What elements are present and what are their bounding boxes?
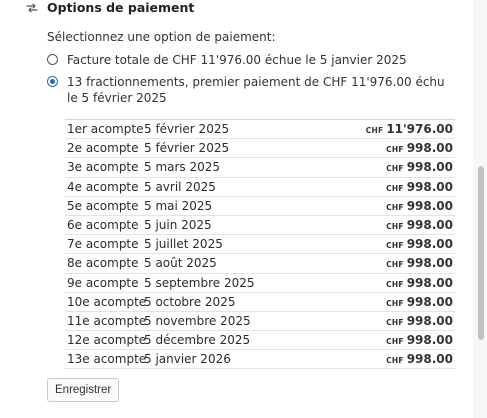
currency-code: CHF <box>386 260 404 270</box>
installment-amount: 998.00 <box>406 141 453 156</box>
installment-date: 5 juin 2025 <box>144 217 212 232</box>
table-row: 5e acompte 5 mai 2025 CHF 998.00 <box>65 197 455 216</box>
table-row: 8e acompte 5 août 2025 CHF 998.00 <box>65 254 455 274</box>
table-row: 4e acompte 5 avril 2025 CHF 998.00 <box>65 178 455 197</box>
currency-code: CHF <box>386 356 404 366</box>
installment-date: 5 mai 2025 <box>144 198 213 213</box>
scrollbar-thumb[interactable] <box>478 166 484 340</box>
installment-date: 5 février 2025 <box>144 122 230 136</box>
installment-amount-cell: CHF 998.00 <box>386 254 453 274</box>
installment-amount: 998.00 <box>406 198 453 213</box>
installment-name: 11e acompte <box>67 313 147 328</box>
table-row: 10e acompte 5 octobre 2025 CHF 998.00 <box>65 293 455 312</box>
installment-amount: 998.00 <box>406 294 453 309</box>
installment-schedule-table: 1er acompte 5 février 2025 CHF 11'976.00 2e … <box>65 119 455 370</box>
installment-amount-cell: CHF 998.00 <box>386 312 453 332</box>
currency-code: CHF <box>386 337 404 347</box>
installment-amount-cell: CHF 998.00 <box>386 158 453 178</box>
installment-name: 5e acompte <box>67 198 139 213</box>
currency-code: CHF <box>386 202 404 212</box>
installment-name: 1er acompte <box>67 122 144 136</box>
table-row: 6e acompte 5 juin 2025 CHF 998.00 <box>65 216 455 236</box>
table-row: 7e acompte 5 juillet 2025 CHF 998.00 <box>65 235 455 255</box>
installment-name: 13e acompte <box>67 352 147 367</box>
table-row: 11e acompte 5 novembre 2025 CHF 998.00 <box>65 312 455 332</box>
refresh-arrows-icon <box>24 0 40 14</box>
installment-date: 5 janvier 2026 <box>144 352 231 367</box>
installment-amount-cell: CHF 998.00 <box>386 274 453 294</box>
installment-name: 6e acompte <box>67 217 139 232</box>
installment-name: 12e acompte <box>67 333 147 348</box>
table-row: 1er acompte 5 février 2025 CHF 11'976.00 <box>65 120 455 140</box>
installment-date: 5 octobre 2025 <box>144 294 236 309</box>
installment-name: 9e acompte <box>67 275 139 290</box>
table-row: 3e acompte 5 mars 2025 CHF 998.00 <box>65 158 455 178</box>
save-button[interactable]: Enregistrer <box>47 378 120 402</box>
installment-amount: 998.00 <box>406 313 453 328</box>
currency-code: CHF <box>386 279 404 289</box>
installment-date: 5 novembre 2025 <box>144 313 251 328</box>
installment-amount-cell: CHF 998.00 <box>386 197 453 217</box>
radio-installments[interactable] <box>47 76 58 87</box>
currency-code: CHF <box>386 317 404 327</box>
section-title: Options de paiement <box>47 0 195 15</box>
scrollbar-track[interactable] <box>473 0 487 418</box>
currency-code: CHF <box>386 298 404 308</box>
installment-amount-cell: CHF 998.00 <box>386 216 453 236</box>
table-row: 2e acompte 5 février 2025 CHF 998.00 <box>65 139 455 159</box>
installment-amount: 998.00 <box>406 160 453 175</box>
installment-date: 5 août 2025 <box>144 256 217 271</box>
currency-code: CHF <box>365 126 384 135</box>
installment-date: 5 mars 2025 <box>144 160 221 175</box>
installment-amount-cell: CHF 998.00 <box>386 139 453 159</box>
section-header: Options de paiement <box>0 0 470 16</box>
installment-amount: 998.00 <box>406 179 453 194</box>
payment-option-prompt: Sélectionnez une option de paiement: <box>47 30 276 44</box>
installment-amount: 11'976.00 <box>386 122 453 136</box>
table-row: 9e acompte 5 septembre 2025 CHF 998.00 <box>65 274 455 293</box>
installment-date: 5 avril 2025 <box>144 179 216 194</box>
installment-name: 4e acompte <box>67 179 139 194</box>
installment-name: 8e acompte <box>67 256 139 271</box>
currency-code: CHF <box>386 241 404 251</box>
installment-amount: 998.00 <box>406 217 453 232</box>
currency-code: CHF <box>386 183 404 193</box>
currency-code: CHF <box>386 145 404 155</box>
installment-date: 5 février 2025 <box>144 141 230 156</box>
installment-name: 2e acompte <box>67 141 139 156</box>
installment-name: 7e acompte <box>67 237 139 252</box>
payment-option-full-label: Facture totale de CHF 11'976.00 échue le… <box>67 53 407 67</box>
table-row: 13e acompte 5 janvier 2026 CHF 998.00 <box>65 350 455 370</box>
table-row: 12e acompte 5 décembre 2025 CHF 998.00 <box>65 331 455 351</box>
installment-amount-cell: CHF 998.00 <box>386 235 453 255</box>
installment-date: 5 décembre 2025 <box>144 333 251 348</box>
installment-amount-cell: CHF 998.00 <box>386 350 453 370</box>
installment-amount-cell: CHF 998.00 <box>386 178 453 198</box>
installment-amount: 998.00 <box>406 275 453 290</box>
payment-option-installments-label: 13 fractionnements, premier paiement de … <box>67 75 445 105</box>
installment-amount: 998.00 <box>406 237 453 252</box>
installment-amount: 998.00 <box>406 352 453 367</box>
installment-amount-cell: CHF 998.00 <box>386 331 453 351</box>
installment-amount-cell: CHF 11'976.00 <box>366 120 453 140</box>
installment-date: 5 juillet 2025 <box>144 237 223 252</box>
currency-code: CHF <box>386 221 404 231</box>
installment-name: 3e acompte <box>67 160 139 175</box>
installment-amount: 998.00 <box>406 333 453 348</box>
currency-code: CHF <box>386 164 404 174</box>
installment-name: 10e acompte <box>67 294 147 309</box>
radio-full-invoice[interactable] <box>47 54 58 65</box>
installment-amount: 998.00 <box>406 256 453 271</box>
installment-date: 5 septembre 2025 <box>144 275 255 290</box>
installment-amount-cell: CHF 998.00 <box>386 293 453 313</box>
